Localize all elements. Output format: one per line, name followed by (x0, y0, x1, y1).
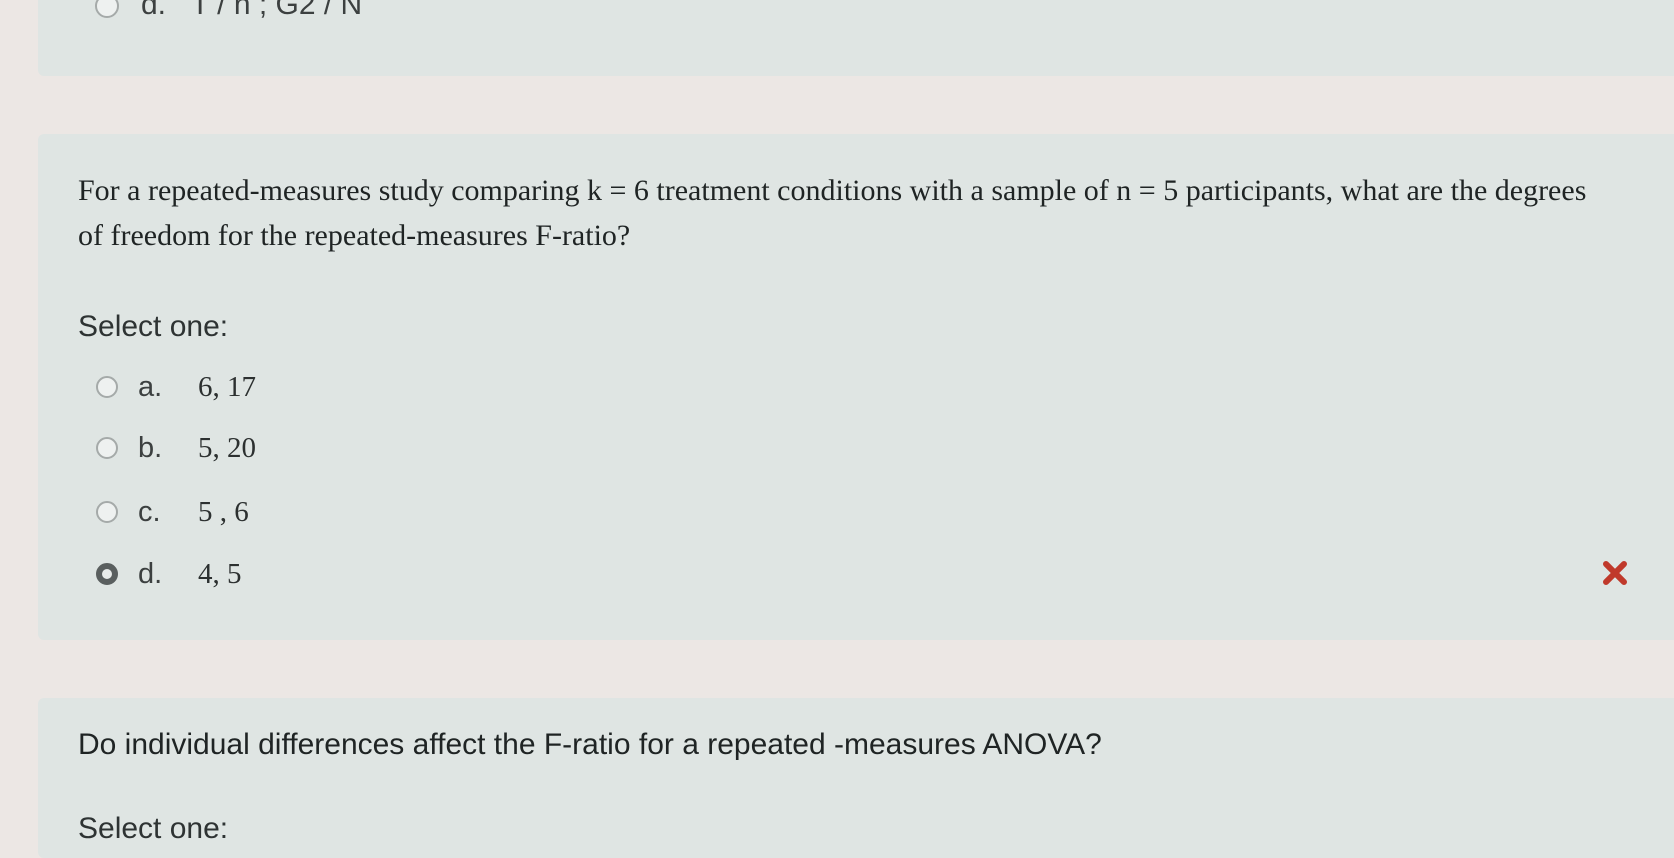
option-text: 6, 17 (198, 370, 256, 403)
option-text: 5 , 6 (198, 495, 249, 528)
option-text: 5, 20 (198, 431, 256, 464)
select-one-label: Select one: (78, 310, 229, 343)
option-letter: c. (138, 495, 161, 528)
radio-button[interactable] (96, 437, 118, 459)
option-letter: b. (138, 431, 163, 464)
option-b[interactable]: b. 5, 20 (96, 428, 256, 468)
question-text: For a repeated-measures study comparing … (78, 174, 1587, 252)
option-letter: d. (141, 0, 167, 21)
option-a[interactable]: a. 6, 17 (96, 367, 256, 407)
option-letter: d. (138, 557, 163, 590)
option-letter: a. (138, 370, 163, 403)
radio-button[interactable] (96, 501, 118, 523)
next-question-text: Do individual differences affect the F-r… (78, 728, 1102, 761)
option-text: T / n ; G2 / N (191, 0, 363, 21)
option-c[interactable]: c. 5 , 6 (96, 492, 249, 532)
radio-button[interactable] (96, 376, 118, 398)
incorrect-cross-icon (1603, 561, 1627, 585)
next-question-card (38, 698, 1674, 858)
option-text: 4, 5 (198, 557, 242, 590)
previous-option-d[interactable]: d. T / n ; G2 / N (95, 0, 362, 22)
radio-button[interactable] (95, 0, 119, 19)
next-select-one-label: Select one: (78, 812, 229, 845)
option-d[interactable]: d. 4, 5 (96, 554, 242, 594)
radio-button-selected[interactable] (96, 563, 118, 585)
